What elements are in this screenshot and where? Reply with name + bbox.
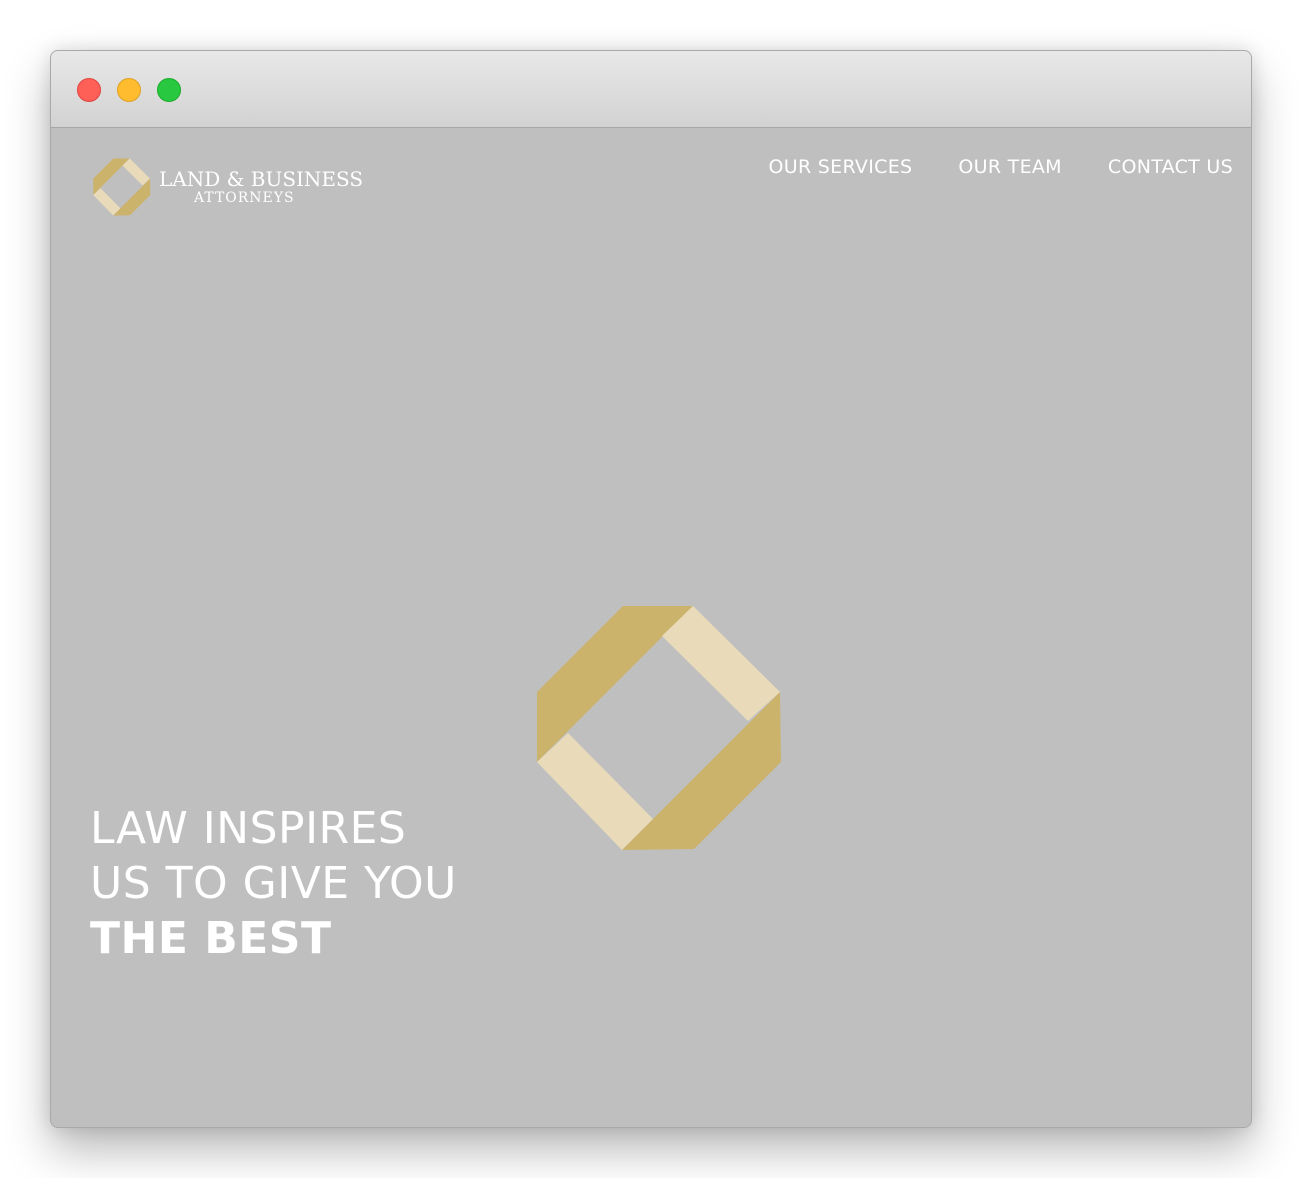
maximize-window-button[interactable] — [157, 78, 181, 102]
nav-contact-us[interactable]: CONTACT US — [1108, 156, 1233, 178]
minimize-window-button[interactable] — [117, 78, 141, 102]
logo-subtitle: ATTORNEYS — [194, 190, 295, 206]
hero-line-1: LAW INSPIRES — [90, 803, 407, 854]
octagon-ribbon-logo-icon — [93, 158, 151, 216]
nav-our-team[interactable]: OUR TEAM — [958, 156, 1062, 178]
title-bar — [51, 51, 1251, 128]
nav-our-services[interactable]: OUR SERVICES — [769, 156, 913, 178]
hero-line-2: US TO GIVE YOU — [90, 858, 457, 909]
hero-line-3: THE BEST — [90, 913, 332, 964]
hero-headline: LAW INSPIRES US TO GIVE YOU THE BEST — [90, 801, 457, 966]
site-logo[interactable]: LAND & BUSINESS ATTORNEYS — [93, 158, 363, 216]
logo-title: LAND & BUSINESS — [159, 167, 364, 191]
main-nav: OUR SERVICES OUR TEAM CONTACT US — [769, 156, 1234, 178]
octagon-ribbon-emblem — [537, 606, 781, 850]
close-window-button[interactable] — [77, 78, 101, 102]
landing-page: LAND & BUSINESS ATTORNEYS OUR SERVICES O… — [51, 128, 1251, 1127]
browser-window: LAND & BUSINESS ATTORNEYS OUR SERVICES O… — [50, 50, 1252, 1128]
